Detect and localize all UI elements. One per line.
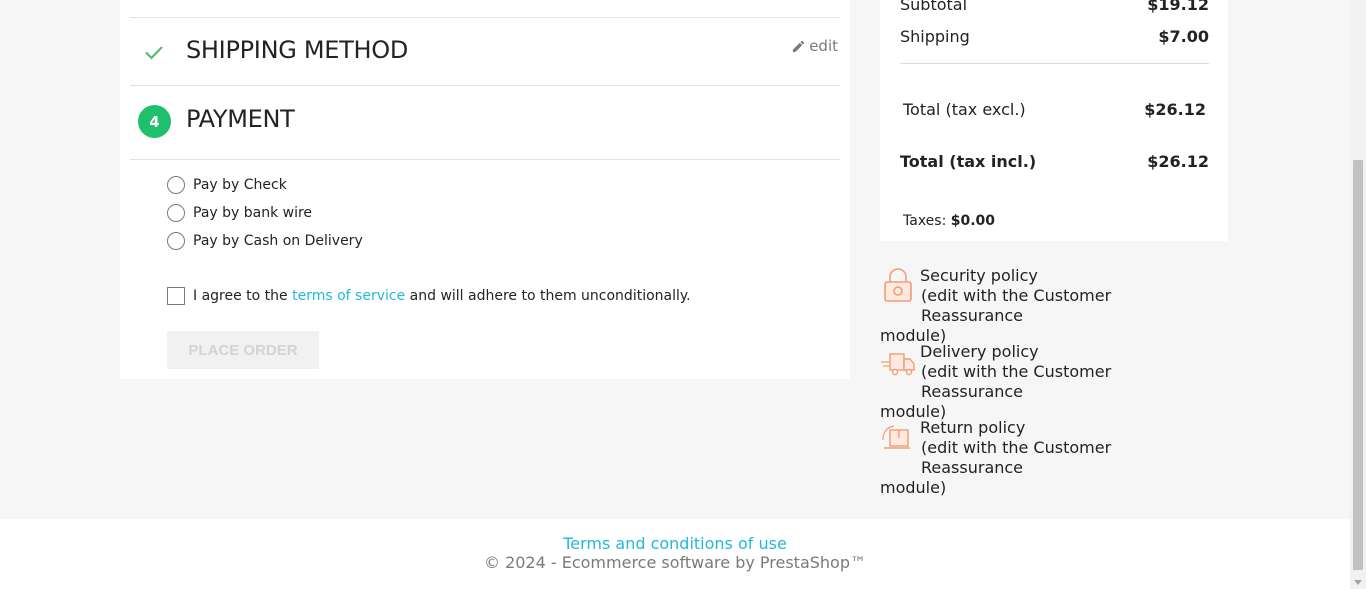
payment-option-check[interactable]: Pay by Check bbox=[167, 176, 287, 194]
agree-suffix: and will adhere to them unconditionally. bbox=[405, 288, 691, 304]
taxes-value: $0.00 bbox=[950, 213, 996, 229]
subtotal-row: Subtotal $19.12 bbox=[900, 0, 1209, 14]
terms-agreement: I agree to the terms of service and will… bbox=[167, 287, 691, 305]
subtotal-label: Subtotal bbox=[900, 0, 968, 14]
divider bbox=[130, 159, 840, 160]
place-order-button[interactable]: Place order bbox=[167, 331, 319, 369]
radio-button[interactable] bbox=[167, 176, 185, 194]
reassurance-subtitle: (edit with the Customer Reassurance bbox=[921, 286, 1112, 325]
edit-shipping-link[interactable]: edit bbox=[791, 37, 838, 55]
subtotal-value: $19.12 bbox=[1147, 0, 1209, 14]
scrollbar-thumb[interactable] bbox=[1353, 160, 1363, 570]
check-icon bbox=[145, 46, 163, 60]
reassurance-subtitle: (edit with the Customer Reassurance bbox=[921, 438, 1112, 477]
reassurance-return: Return policy (edit with the Customer Re… bbox=[880, 418, 1200, 498]
shipping-method-title[interactable]: Shipping Method bbox=[186, 36, 408, 64]
radio-button[interactable] bbox=[167, 204, 185, 222]
payment-option-label: Pay by Cash on Delivery bbox=[193, 233, 363, 249]
terms-of-service-link[interactable]: terms of service bbox=[292, 288, 405, 304]
total-incl-value: $26.12 bbox=[1147, 152, 1209, 171]
footer: Terms and conditions of use © 2024 - Eco… bbox=[0, 519, 1350, 589]
taxes-label: Taxes: bbox=[903, 213, 951, 229]
summary-divider bbox=[900, 63, 1209, 64]
shipping-value: $7.00 bbox=[1158, 27, 1209, 46]
scroll-down-arrow-icon[interactable] bbox=[1354, 580, 1362, 585]
divider bbox=[130, 85, 840, 86]
divider bbox=[130, 17, 840, 18]
reassurance-subtitle: module) bbox=[880, 478, 947, 497]
payment-option-bank-wire[interactable]: Pay by bank wire bbox=[167, 204, 312, 222]
step-number-badge: 4 bbox=[138, 105, 171, 138]
agree-prefix: I agree to the bbox=[193, 288, 293, 304]
reassurance-subtitle: (edit with the Customer Reassurance bbox=[921, 362, 1112, 401]
pencil-icon bbox=[793, 40, 805, 52]
total-incl-label: Total (tax incl.) bbox=[900, 152, 1037, 171]
payment-option-label: Pay by bank wire bbox=[193, 205, 313, 221]
shipping-row: Shipping $7.00 bbox=[900, 27, 1209, 46]
reassurance-security: Security policy (edit with the Customer … bbox=[880, 266, 1200, 346]
return-box-icon bbox=[882, 425, 910, 449]
total-excl-value: $26.12 bbox=[1144, 100, 1206, 119]
payment-title: Payment bbox=[186, 105, 295, 133]
reassurance-delivery: Delivery policy (edit with the Customer … bbox=[880, 342, 1200, 422]
edit-label: edit bbox=[809, 37, 838, 55]
cart-summary: Subtotal $19.12 Shipping $7.00 Total (ta… bbox=[880, 0, 1228, 241]
checkout-panel: Shipping Method edit 4 Payment Pay by Ch… bbox=[120, 0, 850, 379]
payment-option-cash-on-delivery[interactable]: Pay by Cash on Delivery bbox=[167, 232, 363, 250]
vertical-scrollbar[interactable] bbox=[1350, 0, 1366, 589]
truck-icon bbox=[881, 353, 915, 376]
shipping-label: Shipping bbox=[900, 27, 970, 46]
total-incl-row: Total (tax incl.) $26.12 bbox=[900, 152, 1209, 171]
terms-conditions-link[interactable]: Terms and conditions of use bbox=[0, 534, 1350, 553]
lock-icon bbox=[884, 268, 912, 302]
total-excl-label: Total (tax excl.) bbox=[903, 100, 1026, 119]
total-excl-row: Total (tax excl.) $26.12 bbox=[903, 100, 1206, 119]
copyright-text[interactable]: © 2024 - Ecommerce software by PrestaSho… bbox=[0, 553, 1350, 572]
reassurance-title: Return policy bbox=[920, 418, 1026, 437]
terms-checkbox[interactable] bbox=[167, 287, 185, 305]
radio-button[interactable] bbox=[167, 232, 185, 250]
reassurance-title: Delivery policy bbox=[920, 342, 1039, 361]
reassurance-title: Security policy bbox=[920, 266, 1038, 285]
payment-option-label: Pay by Check bbox=[193, 177, 287, 193]
taxes-line: Taxes: $0.00 bbox=[903, 213, 995, 229]
